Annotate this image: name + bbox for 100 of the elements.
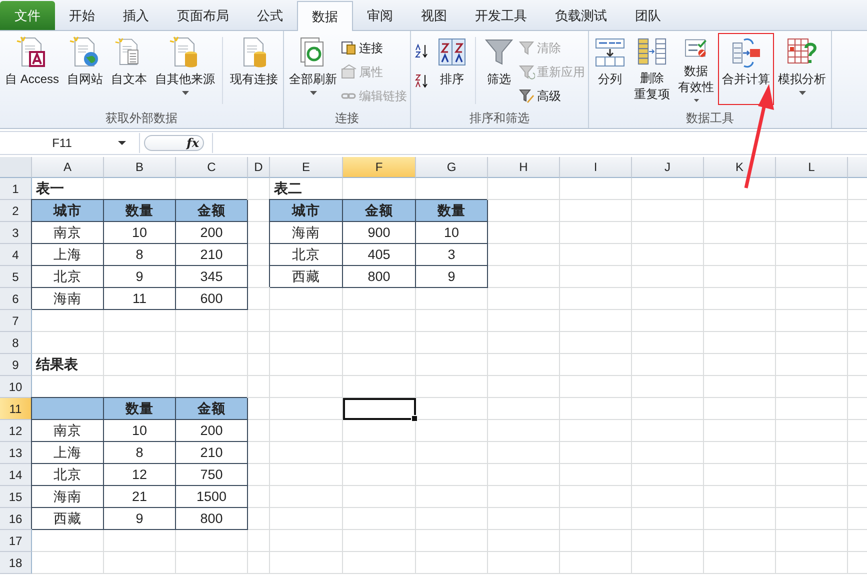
row-header[interactable]: 2	[0, 200, 32, 222]
row-header[interactable]: 11	[0, 398, 32, 420]
ribbon-button[interactable]: 筛选	[479, 33, 520, 105]
ribbon-button[interactable]: 现有连接	[226, 33, 282, 105]
column-header[interactable]: H	[488, 157, 560, 178]
grid-cell[interactable]: 西藏	[270, 266, 343, 288]
grid-cell[interactable]: 海南	[32, 486, 104, 508]
active-cell[interactable]	[343, 398, 416, 420]
grid-cell[interactable]: 城市	[32, 200, 104, 222]
file-tab[interactable]: 文件	[0, 1, 55, 30]
ribbon-button[interactable]: 数据 有效性	[674, 33, 718, 105]
ribbon-button[interactable]: 模拟分析	[774, 33, 830, 105]
grid-cell[interactable]: 210	[176, 244, 248, 266]
grid-cell[interactable]: 南京	[32, 222, 104, 244]
ribbon-tab[interactable]: 页面布局	[163, 1, 243, 30]
column-header[interactable]: G	[416, 157, 488, 178]
grid-cell[interactable]: 金额	[176, 398, 248, 420]
grid-cell[interactable]: 11	[104, 288, 176, 310]
grid-cell[interactable]: 1500	[176, 486, 248, 508]
table-title[interactable]: 结果表	[32, 354, 104, 376]
fill-handle[interactable]	[411, 415, 418, 422]
row-header[interactable]: 8	[0, 332, 32, 354]
sort-descending-icon[interactable]	[414, 73, 430, 89]
grid-cell[interactable]: 10	[416, 222, 488, 244]
grid-cell[interactable]: 10	[104, 222, 176, 244]
caret-icon[interactable]	[118, 141, 126, 145]
column-header[interactable]: B	[104, 157, 176, 178]
grid-cell[interactable]: 西藏	[32, 508, 104, 530]
sort-ascending-icon[interactable]	[414, 43, 430, 59]
grid-cell[interactable]: 北京	[270, 244, 343, 266]
column-header[interactable]: L	[776, 157, 848, 178]
grid-cell[interactable]: 数量	[416, 200, 488, 222]
row-header[interactable]: 5	[0, 266, 32, 288]
ribbon-tab[interactable]: 视图	[407, 1, 461, 30]
grid-cell[interactable]: 750	[176, 464, 248, 486]
ribbon-button[interactable]: 排序	[432, 33, 472, 105]
row-header[interactable]: 14	[0, 464, 32, 486]
grid-cell[interactable]: 北京	[32, 464, 104, 486]
column-header[interactable]: F	[343, 157, 416, 178]
row-header[interactable]: 6	[0, 288, 32, 310]
row-header[interactable]: 9	[0, 354, 32, 376]
ribbon-tab[interactable]: 公式	[243, 1, 297, 30]
grid-cell[interactable]: 800	[343, 266, 416, 288]
ribbon-button[interactable]: 自 Access	[1, 33, 64, 105]
grid-cell[interactable]: 10	[104, 420, 176, 442]
ribbon-tab[interactable]: 开始	[55, 1, 109, 30]
grid-cell[interactable]: 北京	[32, 266, 104, 288]
ribbon-tab[interactable]: 负载测试	[541, 1, 621, 30]
ribbon-button[interactable]: 删除 重复项	[630, 33, 674, 105]
ribbon-button[interactable]: 高级	[519, 85, 588, 107]
ribbon-tab[interactable]: 插入	[109, 1, 163, 30]
column-header[interactable]: K	[704, 157, 776, 178]
select-all-corner[interactable]	[0, 157, 32, 178]
formula-bar-handle[interactable]: fx	[144, 135, 204, 151]
column-header[interactable]: A	[32, 157, 104, 178]
grid-cell[interactable]: 金额	[176, 200, 248, 222]
grid-cell[interactable]: 海南	[32, 288, 104, 310]
ribbon-tab[interactable]: 开发工具	[461, 1, 541, 30]
column-header[interactable]: C	[176, 157, 248, 178]
grid-cell[interactable]: 21	[104, 486, 176, 508]
grid-cell[interactable]: 金额	[343, 200, 416, 222]
grid-cell[interactable]: 8	[104, 442, 176, 464]
row-header[interactable]: 1	[0, 178, 32, 200]
ribbon-button[interactable]: 全部刷新	[285, 33, 342, 105]
grid-cell[interactable]: 9	[416, 266, 488, 288]
grid-cell[interactable]: 数量	[104, 398, 176, 420]
column-header[interactable]: J	[632, 157, 704, 178]
ribbon-tab[interactable]: 审阅	[353, 1, 407, 30]
row-header[interactable]: 10	[0, 376, 32, 398]
grid-cell[interactable]	[32, 398, 104, 420]
ribbon-button[interactable]: 自网站	[63, 33, 108, 105]
column-header[interactable]	[848, 157, 867, 178]
row-header[interactable]: 17	[0, 530, 32, 552]
grid-cell[interactable]: 800	[176, 508, 248, 530]
column-header[interactable]: D	[248, 157, 270, 178]
row-header[interactable]: 16	[0, 508, 32, 530]
grid-cell[interactable]: 200	[176, 222, 248, 244]
row-header[interactable]: 15	[0, 486, 32, 508]
ribbon-button[interactable]: 合并计算	[718, 33, 774, 105]
grid-cell[interactable]: 405	[343, 244, 416, 266]
ribbon-button[interactable]: 自其他来源	[151, 33, 220, 105]
grid-cell[interactable]: 3	[416, 244, 488, 266]
grid-cell[interactable]: 9	[104, 508, 176, 530]
grid-cell[interactable]: 城市	[270, 200, 343, 222]
grid-cell[interactable]: 9	[104, 266, 176, 288]
ribbon-button[interactable]: 分列	[590, 33, 630, 105]
grid-cell[interactable]: 200	[176, 420, 248, 442]
grid-cell[interactable]: 8	[104, 244, 176, 266]
grid-cell[interactable]: 海南	[270, 222, 343, 244]
ribbon-button[interactable]: 自文本	[107, 33, 152, 105]
grid-cell[interactable]: 345	[176, 266, 248, 288]
ribbon-tab[interactable]: 团队	[621, 1, 675, 30]
ribbon-tab[interactable]: 数据	[297, 1, 353, 31]
function-button[interactable]: fx	[186, 136, 199, 150]
row-header[interactable]: 18	[0, 552, 32, 574]
grid-cell[interactable]: 900	[343, 222, 416, 244]
ribbon-button[interactable]: 连接	[341, 37, 410, 59]
row-header[interactable]: 4	[0, 244, 32, 266]
row-header[interactable]: 3	[0, 222, 32, 244]
column-header[interactable]: E	[270, 157, 343, 178]
